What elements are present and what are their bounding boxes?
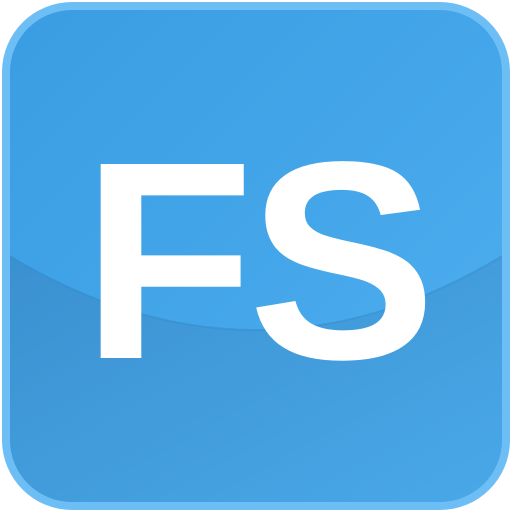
- icon-label: FS: [82, 103, 430, 418]
- app-icon[interactable]: FS: [0, 0, 512, 512]
- app-icon-graphic: FS: [2, 2, 510, 510]
